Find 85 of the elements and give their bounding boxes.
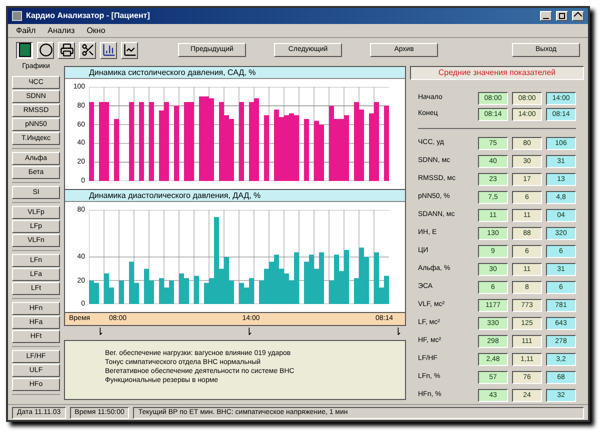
bar <box>319 124 324 181</box>
bar <box>364 257 369 304</box>
circle-icon <box>38 43 52 57</box>
bar <box>149 102 154 181</box>
bar <box>374 102 379 181</box>
bar <box>384 276 389 304</box>
bar <box>189 102 194 181</box>
bar <box>144 268 149 304</box>
bar <box>249 102 254 181</box>
bar <box>369 113 374 181</box>
bar <box>314 120 319 181</box>
bar <box>169 280 174 304</box>
bar <box>134 282 139 304</box>
bar <box>354 102 359 181</box>
bar-chart-icon <box>102 43 116 57</box>
bar <box>384 106 389 181</box>
bar <box>139 102 144 181</box>
menu-item[interactable]: Файл <box>16 24 36 36</box>
bar <box>344 250 349 304</box>
bar <box>354 278 359 304</box>
bar <box>104 102 109 181</box>
stats-header: Средние значения показателей <box>410 66 584 80</box>
bar <box>239 102 244 181</box>
bar <box>294 252 299 304</box>
bar <box>249 278 254 304</box>
bar <box>359 248 364 304</box>
time-marker[interactable]: ⇂ <box>394 326 402 340</box>
bar <box>214 217 219 304</box>
chart-title: Динамика систолического давления, САД, % <box>65 67 405 79</box>
bar <box>319 252 324 304</box>
bar <box>109 288 114 304</box>
app-icon <box>12 11 22 21</box>
bar <box>344 115 349 181</box>
minimize-button[interactable] <box>540 11 552 21</box>
bar <box>129 262 134 304</box>
window-title: Кардио Анализатор - [Пациент] <box>26 10 150 22</box>
bar <box>209 98 214 181</box>
scissors-icon <box>80 43 94 57</box>
bar <box>219 102 224 181</box>
bar <box>329 280 334 304</box>
bar <box>304 118 309 181</box>
line-chart-icon <box>122 43 136 57</box>
bar <box>204 282 209 304</box>
panel-icon <box>18 43 30 57</box>
bar <box>194 276 199 304</box>
bar <box>199 96 204 181</box>
bar <box>164 102 169 181</box>
bar <box>89 102 94 181</box>
time-marker[interactable]: ⇂ <box>245 326 253 340</box>
bar <box>184 102 189 181</box>
bar <box>229 118 234 181</box>
bar <box>254 98 259 181</box>
bar <box>89 280 94 304</box>
bar <box>239 282 244 304</box>
bar <box>119 280 124 304</box>
bar <box>334 254 339 304</box>
bar <box>359 110 364 181</box>
bar <box>159 110 164 181</box>
bar <box>264 115 269 181</box>
bar <box>94 282 99 304</box>
bar <box>159 278 164 304</box>
bar <box>114 118 119 181</box>
bar <box>174 106 179 181</box>
bar <box>149 280 154 304</box>
bar <box>129 102 134 181</box>
chart-title: Динамика диастолического давления, ДАД, % <box>65 190 405 202</box>
bar <box>229 280 234 304</box>
maximize-button[interactable] <box>556 11 568 21</box>
toolbar-button[interactable] <box>16 42 33 58</box>
menu-item[interactable]: Окно <box>86 24 106 36</box>
bar <box>374 252 379 304</box>
bar <box>104 273 109 304</box>
bar <box>179 273 184 304</box>
close-button[interactable] <box>572 11 584 21</box>
time-marker[interactable]: ⇂ <box>96 326 104 340</box>
bar <box>184 278 189 304</box>
bar <box>304 262 309 304</box>
bar <box>274 110 279 181</box>
menu-item[interactable]: Анализ <box>48 24 75 36</box>
bar <box>99 102 104 181</box>
bar <box>224 257 229 304</box>
bar <box>259 280 264 304</box>
bar <box>329 106 334 181</box>
bar <box>294 115 299 181</box>
printer-icon <box>60 43 74 57</box>
